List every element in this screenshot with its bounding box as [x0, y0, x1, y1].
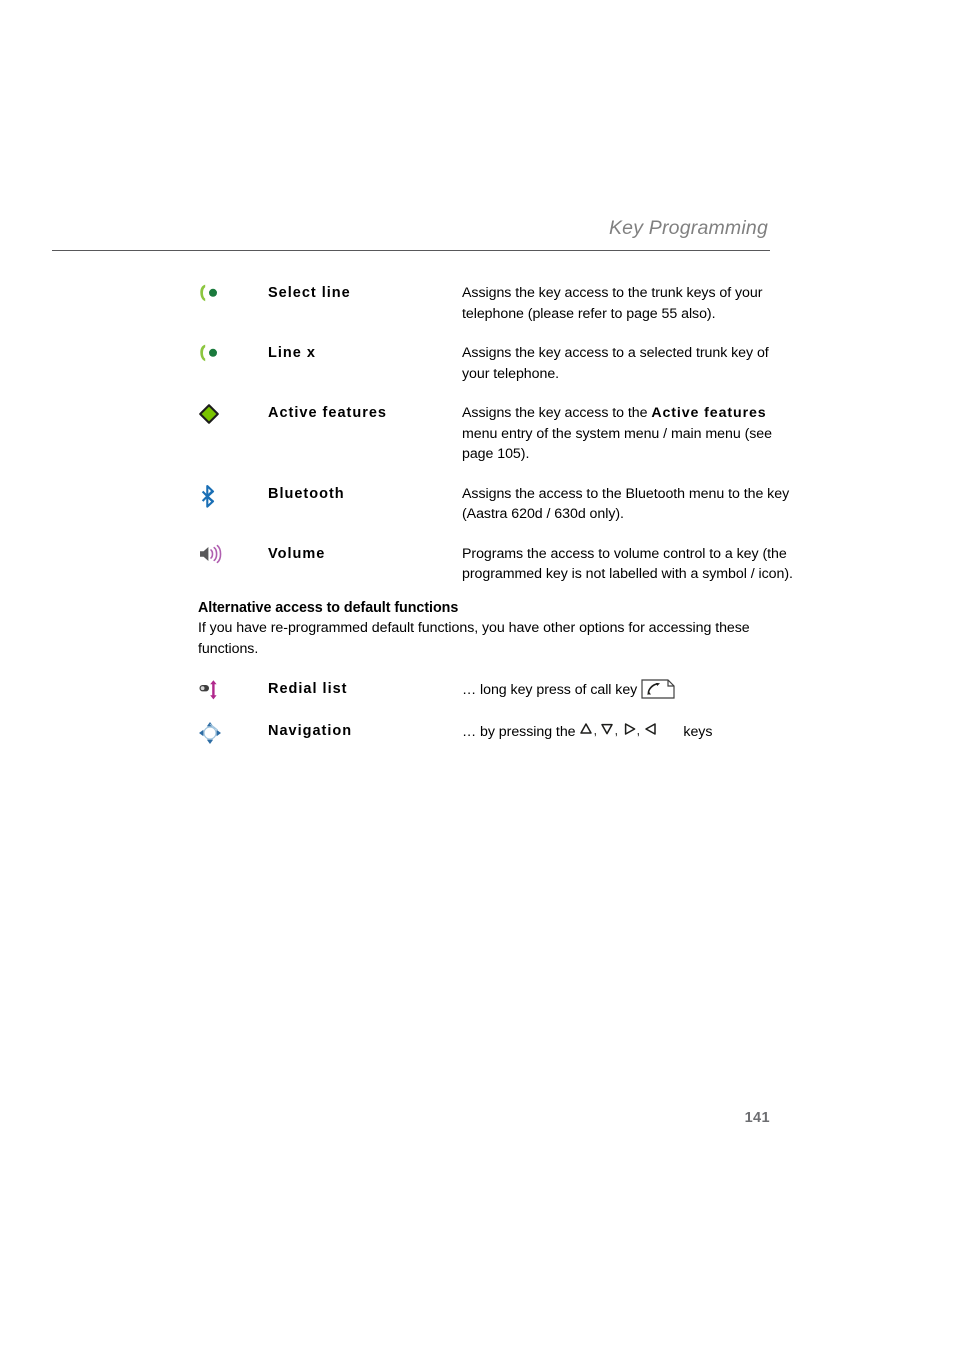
table-row: Bluetooth Assigns the access to the Blue…	[198, 484, 798, 525]
function-description: … long key press of call key	[462, 679, 798, 706]
table-row: Navigation … by pressing the , , , keys	[198, 721, 798, 745]
green-diamond-icon	[198, 403, 220, 425]
row-spacer	[198, 384, 798, 403]
alternative-access-table: Redial list … long key press of call key	[198, 679, 798, 745]
section-heading: Alternative access to default functions	[198, 600, 459, 616]
function-description: … by pressing the , , , keys	[462, 721, 798, 745]
svg-text:,: ,	[637, 723, 641, 738]
running-header: Key Programming	[52, 217, 770, 252]
alternative-access-section: Alternative access to default functions …	[198, 598, 778, 659]
description-text: … by pressing the	[462, 724, 576, 740]
function-label: Bluetooth	[268, 485, 345, 502]
row-spacer	[198, 324, 798, 343]
table-row: Redial list … long key press of call key	[198, 679, 798, 706]
line-handset-icon	[198, 283, 220, 303]
call-key-icon	[641, 679, 675, 706]
function-description: Assigns the key access to the trunk keys…	[462, 285, 763, 322]
description-text: … long key press of call key	[462, 682, 638, 698]
row-spacer	[198, 465, 798, 484]
page-number: 141	[744, 1110, 770, 1126]
page-title: Key Programming	[608, 217, 768, 239]
row-spacer	[198, 706, 798, 721]
icon-cell	[198, 283, 268, 324]
function-label: Active features	[268, 405, 387, 421]
icon-cell	[198, 544, 268, 585]
function-label: Volume	[268, 545, 326, 562]
line-handset-icon	[198, 343, 220, 363]
header-divider	[52, 250, 770, 252]
svg-text:,: ,	[615, 723, 619, 738]
icon-cell	[198, 484, 268, 525]
function-label: Navigation	[268, 723, 353, 739]
redial-list-icon	[198, 679, 222, 701]
arrow-keys-icon: , , ,	[579, 721, 683, 744]
icon-cell	[198, 343, 268, 384]
table-row: Line x Assigns the key access to a selec…	[198, 343, 798, 384]
row-spacer	[198, 525, 798, 544]
svg-text:,: ,	[594, 723, 598, 738]
volume-speaker-icon	[198, 544, 224, 564]
table-row: Select line Assigns the key access to th…	[198, 283, 798, 324]
function-label: Redial list	[268, 681, 348, 697]
description-suffix: keys	[683, 724, 713, 740]
table-row: Volume Programs the access to volume con…	[198, 544, 798, 585]
function-table: Select line Assigns the key access to th…	[198, 283, 798, 585]
function-description: Programs the access to volume control to…	[462, 545, 793, 583]
function-description: Assigns the key access to the Active fea…	[462, 405, 772, 462]
function-description: Assigns the access to the Bluetooth menu…	[462, 485, 790, 523]
icon-cell	[198, 679, 268, 706]
function-label: Select line	[268, 285, 351, 301]
key-function-list: Select line Assigns the key access to th…	[198, 283, 798, 585]
icon-cell	[198, 721, 268, 745]
function-description: Assigns the key access to a selected tru…	[462, 345, 769, 382]
icon-cell	[198, 403, 268, 465]
alternative-access-list: Redial list … long key press of call key	[198, 679, 798, 745]
section-paragraph: If you have re-programmed default functi…	[198, 620, 750, 657]
function-label: Line x	[268, 345, 316, 361]
table-row: Active features Assigns the key access t…	[198, 403, 798, 465]
bluetooth-icon	[198, 484, 220, 508]
navigation-key-icon	[198, 721, 222, 745]
